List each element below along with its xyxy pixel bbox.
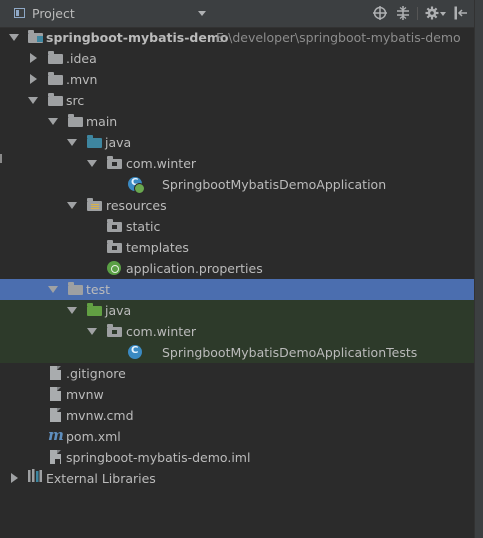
expand-arrow-icon[interactable] [87, 326, 97, 336]
tree-node-label: resources [106, 198, 167, 213]
test-class-icon: C [128, 345, 144, 360]
text-file-icon [48, 387, 64, 402]
tree-node-root-module[interactable]: springboot-mybatis-demo E:\developer\spr… [0, 27, 474, 48]
collapse-arrow-icon[interactable] [9, 473, 19, 483]
tree-node-src-folder[interactable]: src [0, 90, 474, 111]
expand-arrow-icon[interactable] [9, 32, 19, 42]
tree-node-application-properties[interactable]: application.properties [0, 258, 474, 279]
folder-icon [48, 51, 64, 66]
tree-node-label: java [105, 135, 132, 150]
text-file-icon [48, 408, 64, 423]
external-libraries-icon [28, 469, 42, 482]
expand-arrow-icon[interactable] [48, 284, 58, 294]
tree-node-application-class[interactable]: C SpringbootMybatisDemoApplication [0, 174, 474, 195]
tree-node-label: SpringbootMybatisDemoApplication [162, 177, 387, 192]
tree-node-label: java [105, 303, 132, 318]
settings-gear-icon[interactable] [425, 6, 439, 20]
project-tool-window: Project springboot-mybatis-demo E:\devel… [0, 0, 483, 538]
tree-node-label: .gitignore [66, 366, 126, 381]
expand-arrow-icon[interactable] [48, 116, 58, 126]
tree-node-label: test [86, 282, 111, 297]
tree-node-main-package[interactable]: com.winter [0, 153, 474, 174]
tool-window-edge [474, 0, 483, 538]
folder-icon [68, 282, 84, 297]
expand-arrow-icon[interactable] [67, 305, 77, 315]
maven-pom-icon: m [48, 426, 64, 444]
tree-node-static-folder[interactable]: static [0, 216, 474, 237]
folder-icon [48, 72, 64, 87]
project-toolbar: Project [0, 0, 474, 28]
tree-node-label: mvnw.cmd [66, 408, 134, 423]
package-icon [107, 156, 123, 171]
project-icon [14, 8, 25, 18]
tree-node-test-class[interactable]: C SpringbootMybatisDemoApplicationTests [0, 342, 474, 363]
tree-node-label: External Libraries [46, 471, 156, 486]
expand-arrow-icon[interactable] [28, 95, 38, 105]
toolbar-separator [417, 7, 418, 20]
tree-node-iml-file[interactable]: springboot-mybatis-demo.iml [0, 447, 474, 468]
folder-icon [48, 93, 64, 108]
tree-node-label: main [86, 114, 118, 129]
dropdown-arrow-icon[interactable] [198, 11, 206, 16]
collapse-all-icon[interactable] [396, 6, 410, 20]
tree-node-label: com.winter [126, 156, 197, 171]
tree-node-mvn-folder[interactable]: .mvn [0, 69, 474, 90]
tree-node-resources-folder[interactable]: resources [0, 195, 474, 216]
resources-folder-icon [87, 198, 103, 213]
text-file-icon [48, 366, 64, 381]
collapse-arrow-icon[interactable] [28, 74, 38, 84]
test-source-folder-icon [87, 303, 103, 318]
tree-node-label: application.properties [126, 261, 263, 276]
tree-node-label: .mvn [66, 72, 98, 87]
tree-node-label: com.winter [126, 324, 197, 339]
expand-arrow-icon[interactable] [67, 200, 77, 210]
tree-node-external-libraries[interactable]: External Libraries [0, 468, 474, 489]
tree-node-label: static [126, 219, 161, 234]
settings-dropdown-arrow-icon[interactable] [440, 12, 446, 16]
hide-panel-icon[interactable] [454, 6, 468, 20]
tree-node-gitignore[interactable]: .gitignore [0, 363, 474, 384]
package-icon [107, 324, 123, 339]
tree-node-test-package[interactable]: com.winter [0, 321, 474, 342]
tree-node-mvnw[interactable]: mvnw [0, 384, 474, 405]
folder-icon [68, 114, 84, 129]
tree-node-main-folder[interactable]: main [0, 111, 474, 132]
package-icon [107, 240, 123, 255]
expand-arrow-icon[interactable] [67, 137, 77, 147]
module-file-icon [48, 450, 64, 465]
tree-node-label: src [66, 93, 85, 108]
spring-properties-icon [107, 261, 123, 276]
tree-node-label: pom.xml [66, 429, 121, 444]
tree-node-label: springboot-mybatis-demo [46, 30, 229, 45]
tree-node-pom-xml[interactable]: m pom.xml [0, 426, 474, 447]
tree-node-main-java-folder[interactable]: java [0, 132, 474, 153]
tree-node-test-folder[interactable]: test [0, 279, 474, 300]
tree-node-templates-folder[interactable]: templates [0, 237, 474, 258]
target-icon[interactable] [373, 6, 387, 20]
gutter-marker [0, 154, 2, 163]
tree-node-label: .idea [66, 51, 97, 66]
spring-boot-class-icon: C [128, 177, 145, 194]
tree-node-label: springboot-mybatis-demo.iml [66, 450, 251, 465]
module-path: E:\developer\springboot-mybatis-demo [216, 30, 461, 45]
expand-arrow-icon[interactable] [87, 158, 97, 168]
module-folder-icon [28, 30, 44, 45]
collapse-arrow-icon[interactable] [28, 53, 38, 63]
tree-node-label: SpringbootMybatisDemoApplicationTests [162, 345, 418, 360]
source-folder-icon [87, 135, 103, 150]
tree-node-label: templates [126, 240, 189, 255]
tree-node-label: mvnw [66, 387, 104, 402]
tree-node-test-java-folder[interactable]: java [0, 300, 474, 321]
project-view-selector[interactable]: Project [32, 6, 75, 21]
package-icon [107, 219, 123, 234]
tree-node-mvnw-cmd[interactable]: mvnw.cmd [0, 405, 474, 426]
tree-node-idea-folder[interactable]: .idea [0, 48, 474, 69]
